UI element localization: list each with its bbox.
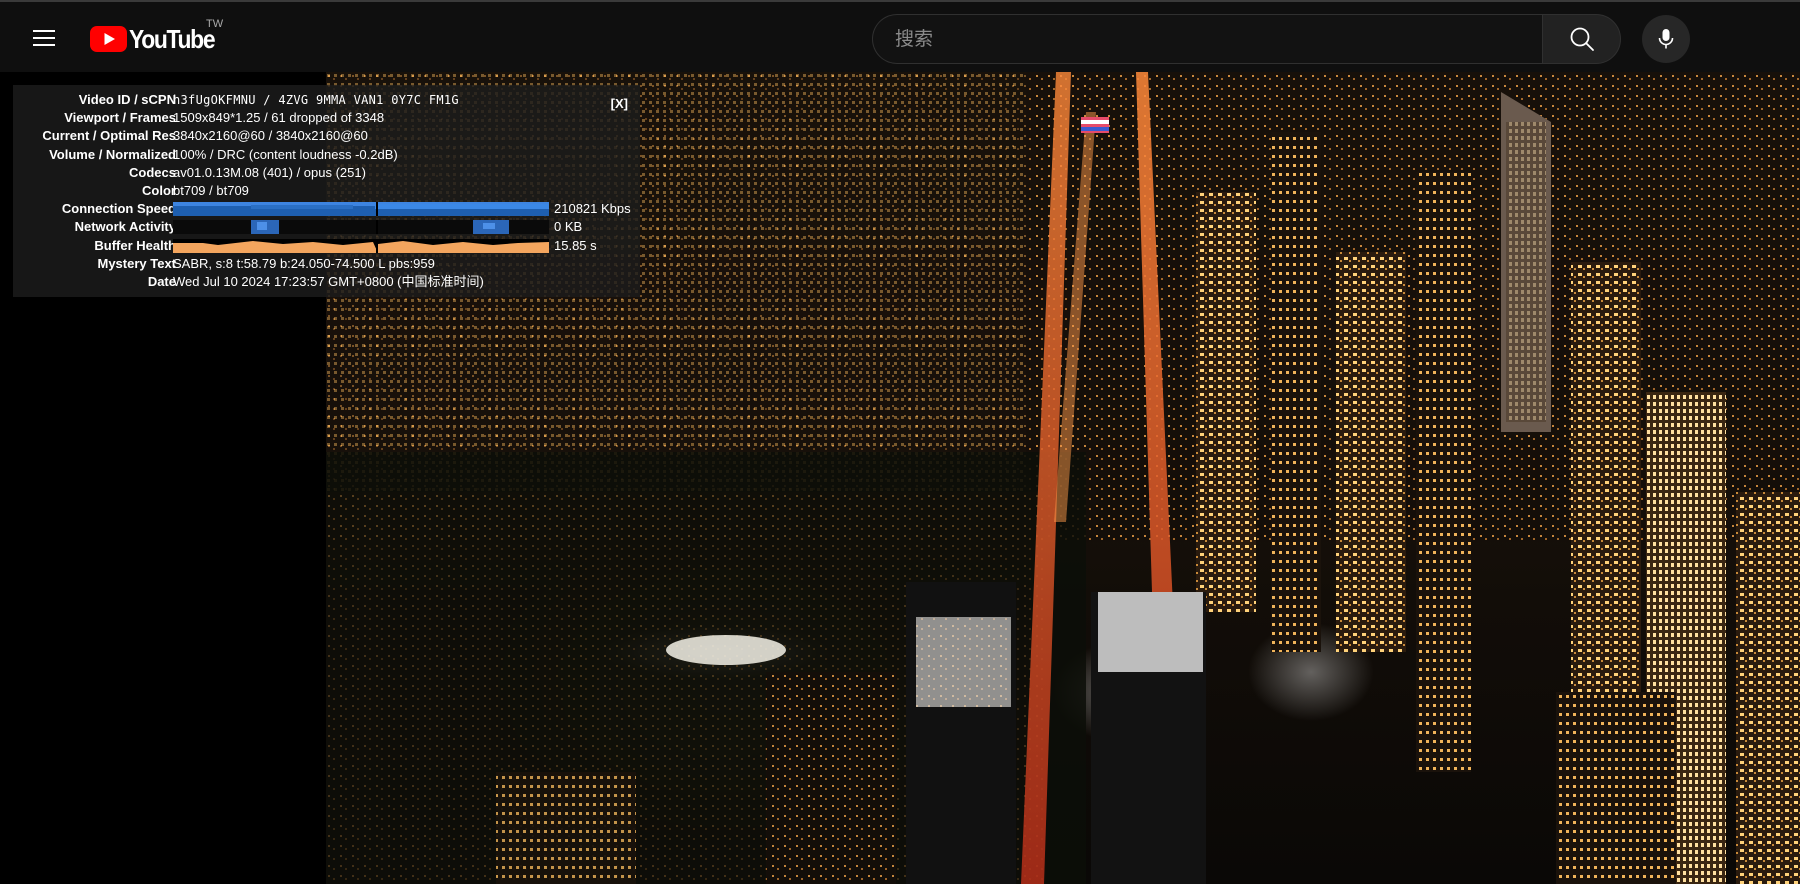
stats-row-color: Color bt709 / bt709 bbox=[13, 182, 640, 200]
buffer-health-graph bbox=[173, 238, 549, 253]
stats-row-mystery-text: Mystery Text SABR, s:8 t:58.79 b:24.050-… bbox=[13, 255, 640, 273]
masthead: YouTube TW bbox=[0, 0, 1800, 72]
stats-value: bt709 / bt709 bbox=[173, 182, 249, 198]
stats-value: h3fUgOKFMNU / 4ZVG 9MMA VAN1 0Y7C FM1G bbox=[173, 93, 459, 107]
stats-row-connection-speed: Connection Speed 210821 Kbps bbox=[13, 200, 640, 218]
guide-menu-button[interactable] bbox=[22, 16, 66, 60]
stats-label: Volume / Normalized bbox=[49, 146, 176, 162]
buffer-health-value: 15.85 s bbox=[554, 237, 597, 253]
search-button[interactable] bbox=[1542, 14, 1621, 64]
stats-row-date: Date Wed Jul 10 2024 17:23:57 GMT+0800 (… bbox=[13, 273, 640, 291]
stats-value: Wed Jul 10 2024 17:23:57 GMT+0800 (中国标准时… bbox=[173, 273, 484, 289]
youtube-logo-icon bbox=[90, 26, 127, 52]
stats-row-resolution: Current / Optimal Res 3840x2160@60 / 384… bbox=[13, 127, 640, 145]
stats-label: Network Activity bbox=[74, 219, 176, 235]
stats-row-buffer-health: Buffer Health 15.85 s bbox=[13, 237, 640, 255]
stats-value: 100% / DRC (content loudness -0.2dB) bbox=[173, 146, 398, 162]
connection-speed-value: 210821 Kbps bbox=[554, 201, 631, 217]
network-activity-graph bbox=[173, 220, 549, 235]
stats-value: 1509x849*1.25 / 61 dropped of 3348 bbox=[173, 110, 385, 126]
stats-label: Buffer Health bbox=[94, 237, 176, 253]
stats-row-network-activity: Network Activity 0 KB bbox=[13, 218, 640, 236]
stats-value: SABR, s:8 t:58.79 b:24.050-74.500 L pbs:… bbox=[173, 255, 435, 271]
search-icon bbox=[1570, 27, 1594, 51]
stats-row-video-id: Video ID / sCPN h3fUgOKFMNU / 4ZVG 9MMA … bbox=[13, 91, 640, 109]
stats-label: Viewport / Frames bbox=[64, 110, 176, 126]
stats-label: Color bbox=[142, 182, 176, 198]
search-input[interactable] bbox=[895, 28, 1542, 50]
stats-label: Connection Speed bbox=[61, 201, 176, 217]
voice-search-button[interactable] bbox=[1642, 15, 1690, 63]
stats-row-volume: Volume / Normalized 100% / DRC (content … bbox=[13, 146, 640, 164]
stats-label: Video ID / sCPN bbox=[78, 92, 176, 107]
region-code: TW bbox=[206, 18, 224, 30]
stats-label: Codecs bbox=[129, 164, 176, 180]
network-activity-value: 0 KB bbox=[554, 219, 583, 235]
hamburger-menu-icon bbox=[33, 30, 55, 46]
youtube-logo-text: YouTube bbox=[129, 24, 216, 54]
stats-label: Current / Optimal Res bbox=[42, 128, 176, 144]
stats-value: 3840x2160@60 / 3840x2160@60 bbox=[173, 128, 368, 144]
stats-row-viewport: Viewport / Frames 1509x849*1.25 / 61 dro… bbox=[13, 109, 640, 127]
stats-label: Date bbox=[147, 273, 176, 289]
stats-for-nerds-panel: [X] Video ID / sCPN h3fUgOKFMNU / 4ZVG 9… bbox=[13, 85, 640, 297]
connection-speed-graph bbox=[173, 202, 549, 217]
stats-row-codecs: Codecs av01.0.13M.08 (401) / opus (251) bbox=[13, 164, 640, 182]
stats-value: av01.0.13M.08 (401) / opus (251) bbox=[173, 164, 366, 180]
microphone-icon bbox=[1658, 29, 1674, 49]
search-box[interactable] bbox=[872, 14, 1542, 64]
stats-label: Mystery Text bbox=[97, 255, 176, 271]
